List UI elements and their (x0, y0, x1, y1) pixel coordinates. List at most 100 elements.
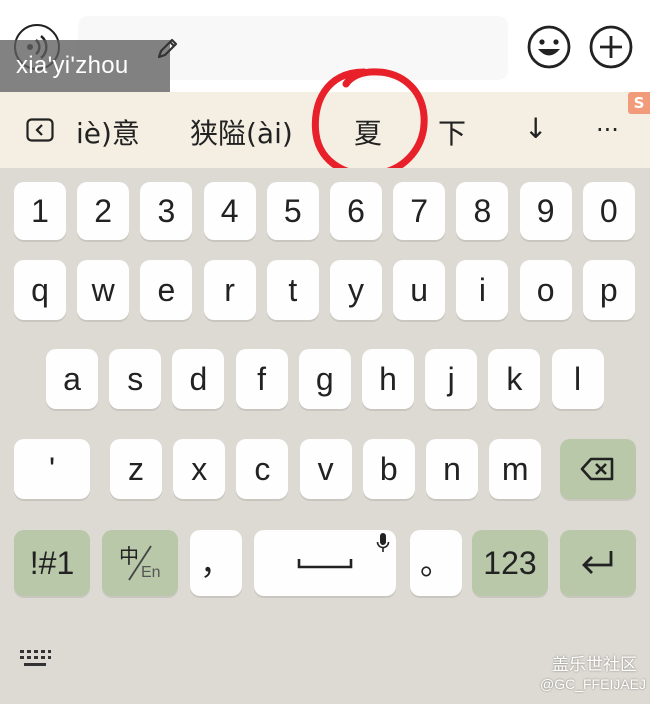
key-7[interactable]: 7 (393, 182, 446, 240)
key-o-label: o (536, 272, 555, 308)
symbols-key[interactable]: !#1 (14, 530, 90, 596)
key-z-label: z (128, 451, 144, 487)
period-key[interactable]: 。 (410, 530, 462, 596)
key-t-label: t (288, 272, 298, 308)
key-0[interactable]: 0 (582, 182, 635, 240)
space-key[interactable] (254, 530, 396, 596)
key-9[interactable]: 9 (519, 182, 572, 240)
candidate-2[interactable]: 狭隘(ài) (190, 112, 293, 152)
key-6-label: 6 (347, 193, 365, 229)
key-o[interactable]: o (519, 260, 572, 320)
key-q-label: q (31, 272, 49, 308)
key-6[interactable]: 6 (330, 182, 382, 240)
key-q[interactable]: q (14, 260, 66, 320)
expand-candidates-button[interactable]: ↓ (524, 112, 547, 145)
key-u[interactable]: u (393, 260, 446, 320)
key-2[interactable]: 2 (77, 182, 130, 240)
key-k-label: k (506, 361, 523, 397)
key-s[interactable]: s (109, 349, 162, 409)
language-switch-glyph: 中 En (115, 538, 165, 588)
key-b[interactable]: b (362, 439, 415, 499)
more-options-button[interactable]: ··· (596, 116, 619, 144)
key-3-label: 3 (157, 193, 176, 229)
key-v[interactable]: v (299, 439, 352, 499)
key-m[interactable]: m (489, 439, 542, 499)
brand-badge: S (628, 92, 650, 114)
watermark-handle: @GC_FFEIJAEJ (540, 676, 647, 692)
numeric-key-label: 123 (483, 545, 537, 581)
key-h[interactable]: h (362, 349, 414, 409)
key-r[interactable]: r (203, 260, 256, 320)
key-5-label: 5 (283, 193, 302, 229)
key-8-label: 8 (473, 193, 492, 229)
key-n[interactable]: n (426, 439, 478, 499)
key-j-label: j (447, 361, 455, 397)
backspace-icon (580, 457, 614, 481)
key-a-label: a (63, 361, 81, 397)
key-3[interactable]: 3 (140, 182, 193, 240)
key-h-label: h (379, 361, 397, 397)
backspace-key[interactable] (560, 439, 636, 499)
hide-keyboard-icon[interactable] (18, 648, 52, 670)
enter-key[interactable] (560, 530, 636, 596)
candidate-4[interactable]: 下 (438, 112, 466, 152)
key-m-label: m (501, 451, 529, 487)
key-g-label: g (315, 361, 334, 397)
key-n-label: n (443, 451, 461, 487)
key-e-label: e (157, 272, 176, 308)
plus-icon[interactable] (588, 24, 634, 70)
key-k[interactable]: k (488, 349, 541, 409)
key-apostrophe[interactable]: ' (14, 439, 90, 499)
key-u-label: u (410, 272, 429, 308)
comma-key-label: ， (199, 545, 232, 581)
key-f[interactable]: f (235, 349, 288, 409)
key-i[interactable]: i (456, 260, 509, 320)
edit-pencil-icon[interactable] (154, 36, 180, 62)
key-c[interactable]: c (236, 439, 289, 499)
key-w-label: w (91, 272, 115, 308)
key-g[interactable]: g (298, 349, 351, 409)
key-p-label: p (599, 272, 618, 308)
candidate-3[interactable]: 夏 (354, 112, 382, 152)
key-i-label: i (478, 272, 486, 308)
key-apostrophe-label: ' (48, 451, 56, 487)
key-9-label: 9 (536, 193, 555, 229)
key-y[interactable]: y (330, 260, 382, 320)
numeric-key[interactable]: 123 (472, 530, 548, 596)
key-2-label: 2 (94, 193, 113, 229)
key-y-label: y (348, 272, 364, 308)
input-bar: xia'yi'zhou (0, 0, 650, 94)
key-7-label: 7 (410, 193, 429, 229)
key-l-label: l (574, 361, 582, 397)
key-0-label: 0 (599, 193, 618, 229)
key-4[interactable]: 4 (203, 182, 256, 240)
key-a[interactable]: a (46, 349, 98, 409)
key-1[interactable]: 1 (14, 182, 66, 240)
language-switch-key[interactable]: 中 En (102, 530, 178, 596)
key-8[interactable]: 8 (456, 182, 509, 240)
comma-key[interactable]: ， (190, 530, 242, 596)
space-bar-icon (297, 559, 353, 569)
keyboard (0, 168, 650, 704)
collapse-candidates-icon[interactable] (26, 118, 54, 142)
key-1-label: 1 (31, 193, 49, 229)
key-f-label: f (257, 361, 267, 397)
key-e[interactable]: e (140, 260, 193, 320)
key-5[interactable]: 5 (266, 182, 319, 240)
key-p[interactable]: p (582, 260, 635, 320)
mic-icon (376, 533, 390, 552)
key-b-label: b (379, 451, 398, 487)
key-j[interactable]: j (425, 349, 478, 409)
key-x[interactable]: x (173, 439, 226, 499)
key-w[interactable]: w (77, 260, 130, 320)
key-v-label: v (317, 451, 334, 487)
key-s-label: s (127, 361, 144, 397)
pinyin-composition: xia'yi'zhou (0, 40, 170, 94)
candidate-1[interactable]: iè)意 (76, 112, 140, 152)
pinyin-text: xia'yi'zhou (16, 52, 129, 79)
key-z[interactable]: z (110, 439, 162, 499)
key-d[interactable]: d (172, 349, 225, 409)
key-l[interactable]: l (551, 349, 604, 409)
key-t[interactable]: t (266, 260, 319, 320)
emoji-icon[interactable] (526, 24, 572, 70)
